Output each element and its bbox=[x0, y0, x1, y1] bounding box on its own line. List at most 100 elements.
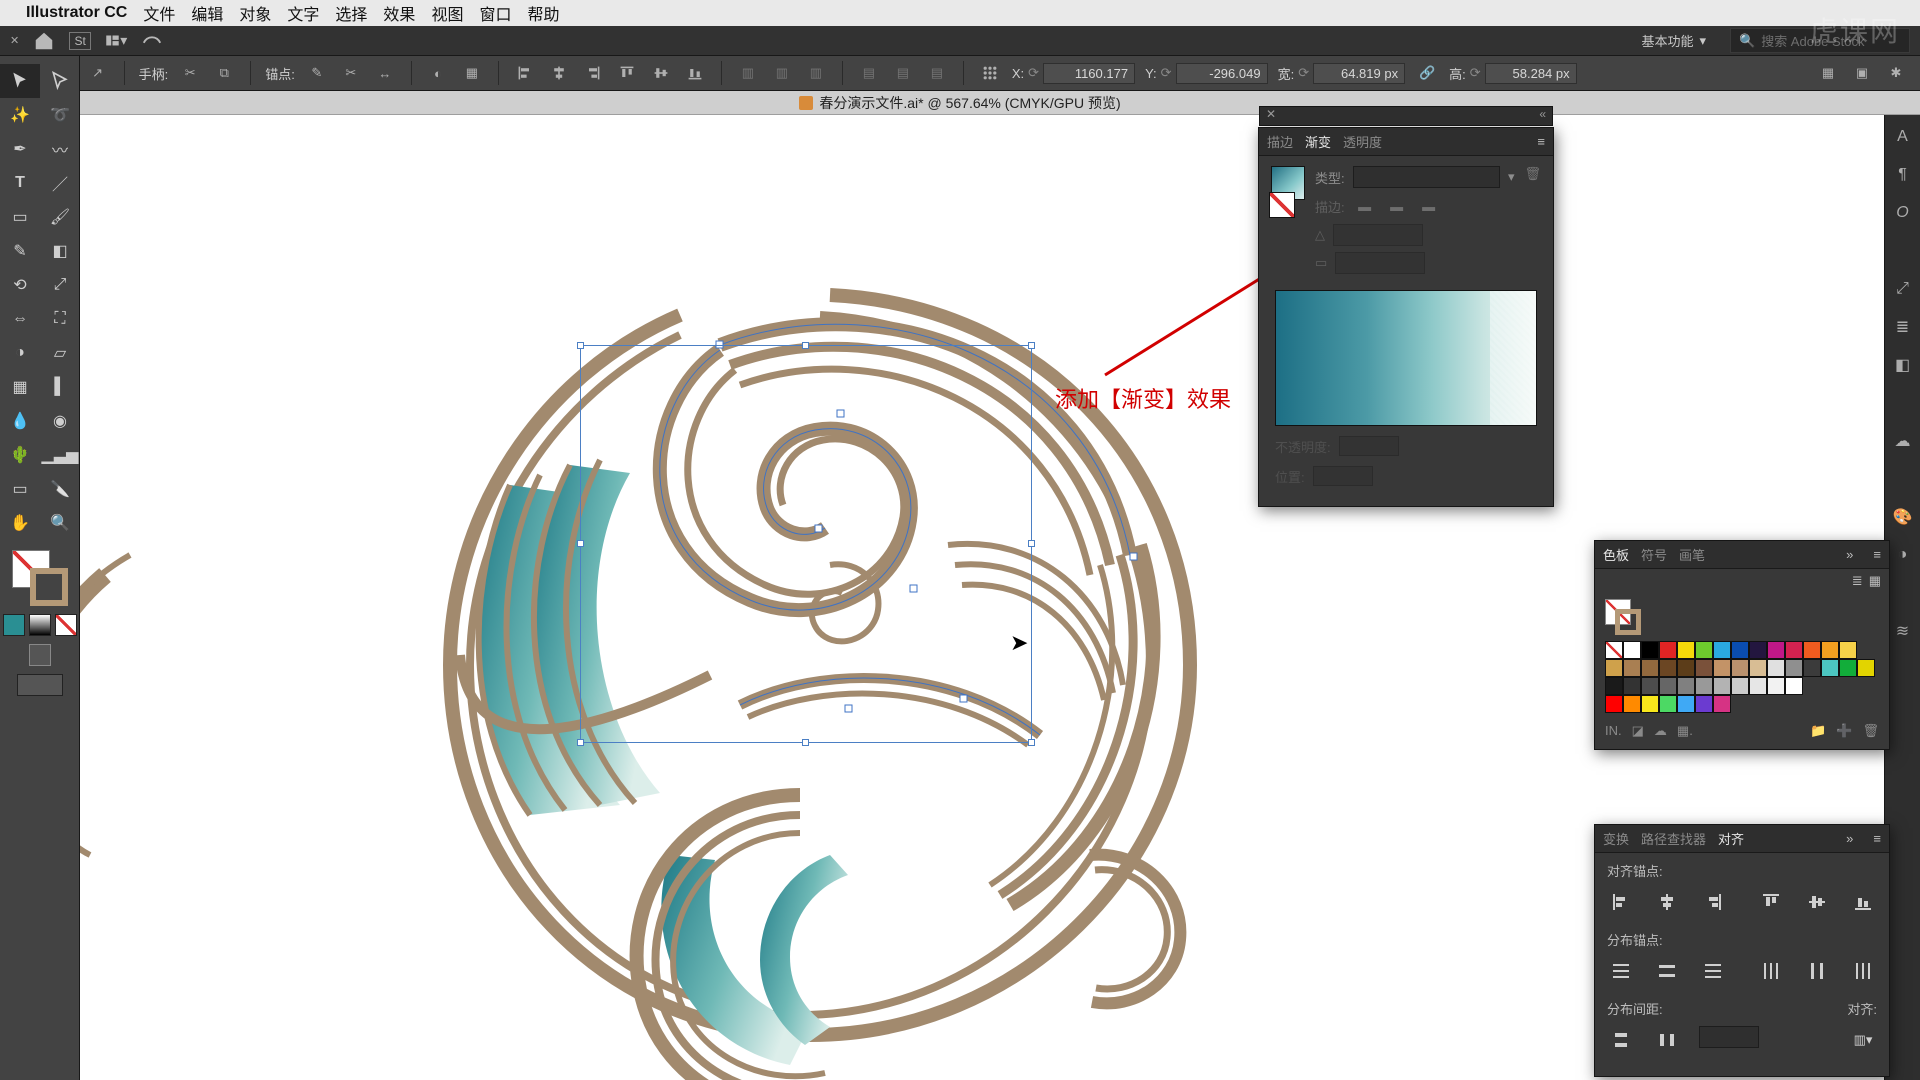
mini-color-swatch[interactable] bbox=[3, 614, 25, 636]
handle-break-icon[interactable]: ✂ bbox=[178, 61, 202, 85]
swatch[interactable] bbox=[1695, 659, 1713, 677]
swatch[interactable] bbox=[1623, 677, 1641, 695]
dist-left-icon[interactable]: ▥ bbox=[736, 61, 760, 85]
swatch[interactable] bbox=[1641, 677, 1659, 695]
mini-gradient-swatch[interactable] bbox=[29, 614, 51, 636]
menu-view[interactable]: 视图 bbox=[431, 1, 463, 25]
swatch[interactable] bbox=[1605, 677, 1623, 695]
color-panel-icon[interactable]: 🎨 bbox=[1891, 505, 1915, 529]
perspective-tool[interactable]: ▱ bbox=[40, 336, 80, 370]
fill-stroke-indicator[interactable] bbox=[12, 550, 68, 606]
dist-top-btn[interactable] bbox=[1607, 957, 1635, 985]
swatch[interactable] bbox=[1695, 695, 1713, 713]
screen-mode-icon[interactable] bbox=[17, 674, 63, 696]
swatch[interactable] bbox=[1785, 677, 1803, 695]
swatch[interactable] bbox=[1695, 641, 1713, 659]
stroke-panel-icon[interactable]: ≋ bbox=[1891, 619, 1915, 643]
arrange-icon[interactable]: ▾ bbox=[105, 30, 127, 52]
swatch[interactable] bbox=[1659, 641, 1677, 659]
libraries-panel-icon[interactable]: ☁ bbox=[1891, 429, 1915, 453]
swatch[interactable] bbox=[1623, 695, 1641, 713]
gradient-opacity-input[interactable] bbox=[1339, 436, 1399, 456]
dist-top-icon[interactable]: ▤ bbox=[857, 61, 881, 85]
home-icon[interactable] bbox=[33, 30, 55, 52]
gradient-position-input[interactable] bbox=[1313, 466, 1373, 486]
swatch[interactable] bbox=[1623, 659, 1641, 677]
swatch[interactable] bbox=[1641, 659, 1659, 677]
dist-vspace-btn[interactable] bbox=[1607, 1026, 1635, 1054]
lasso-tool[interactable]: ➰ bbox=[40, 98, 80, 132]
stroke-apply-across-icon[interactable]: ▬ bbox=[1417, 194, 1441, 218]
swatch[interactable] bbox=[1713, 659, 1731, 677]
swatch[interactable] bbox=[1803, 659, 1821, 677]
isolate-icon[interactable]: ◐ bbox=[426, 61, 450, 85]
search-box[interactable]: 🔍 搜索 Adobe Stock bbox=[1730, 28, 1910, 53]
dist-vcenter-btn[interactable] bbox=[1653, 957, 1681, 985]
align-vcenter-icon[interactable] bbox=[649, 61, 673, 85]
swatch[interactable] bbox=[1749, 641, 1767, 659]
swatch[interactable] bbox=[1641, 641, 1659, 659]
gradient-type-dropdown[interactable] bbox=[1353, 166, 1500, 188]
gradient-aspect-input[interactable] bbox=[1335, 252, 1425, 274]
menu-file[interactable]: 文件 bbox=[143, 1, 175, 25]
anchor-connect-icon[interactable]: ↔ bbox=[373, 61, 397, 85]
tab-pathfinder[interactable]: 路径查找器 bbox=[1641, 829, 1706, 848]
convert-smooth-icon[interactable]: ↗ bbox=[86, 61, 110, 85]
hand-tool[interactable]: ✋ bbox=[0, 506, 40, 540]
asset-panel-icon[interactable]: ◧ bbox=[1891, 353, 1915, 377]
draw-normal-icon[interactable] bbox=[29, 644, 51, 666]
x-value-input[interactable]: 1160.177 bbox=[1043, 63, 1135, 84]
layers-panel-icon[interactable]: ≣ bbox=[1891, 315, 1915, 339]
anchor-cut-icon[interactable]: ✂ bbox=[339, 61, 363, 85]
paragraph-panel-icon[interactable]: ¶ bbox=[1891, 163, 1915, 187]
dist-bottom-btn[interactable] bbox=[1699, 957, 1727, 985]
swatch[interactable] bbox=[1749, 677, 1767, 695]
rotate-tool[interactable]: ⟲ bbox=[0, 268, 40, 302]
gradient-ramp[interactable] bbox=[1275, 290, 1537, 426]
spacing-value-input[interactable] bbox=[1699, 1026, 1759, 1048]
type-tool[interactable]: T bbox=[0, 166, 40, 200]
swatch[interactable] bbox=[1731, 641, 1749, 659]
tab-symbols[interactable]: 符号 bbox=[1641, 545, 1667, 564]
swatch[interactable] bbox=[1605, 695, 1623, 713]
properties-panel-icon[interactable]: A bbox=[1891, 125, 1915, 149]
swatch[interactable] bbox=[1605, 641, 1623, 659]
tab-brushes[interactable]: 画笔 bbox=[1679, 545, 1705, 564]
selection-tool[interactable] bbox=[0, 64, 40, 98]
delete-gradient-icon[interactable]: 🗑 bbox=[1524, 166, 1541, 182]
gradient-angle-input[interactable] bbox=[1333, 224, 1423, 246]
link-wh-icon[interactable]: 🔗 bbox=[1415, 61, 1439, 85]
swatches-collapse-icon[interactable]: » bbox=[1846, 547, 1853, 562]
menu-type[interactable]: 文字 bbox=[287, 1, 319, 25]
direct-selection-tool[interactable] bbox=[40, 64, 80, 98]
swatch[interactable] bbox=[1713, 677, 1731, 695]
swatch[interactable] bbox=[1659, 677, 1677, 695]
stroke-swatch[interactable] bbox=[30, 568, 68, 606]
swatch[interactable] bbox=[1857, 659, 1875, 677]
mini-none-swatch[interactable] bbox=[55, 614, 77, 636]
tab-gradient[interactable]: 渐变 bbox=[1305, 132, 1331, 151]
swatch-group-icon[interactable]: ▦. bbox=[1677, 723, 1693, 739]
align-menu-icon[interactable]: ≡ bbox=[1873, 831, 1881, 846]
dist-right-btn[interactable] bbox=[1849, 957, 1877, 985]
shaper-tool[interactable]: ✎ bbox=[0, 234, 40, 268]
swatch-options-icon[interactable]: ☁ bbox=[1654, 723, 1667, 739]
pen-tool[interactable]: ✒ bbox=[0, 132, 40, 166]
align-top-btn[interactable] bbox=[1757, 888, 1785, 916]
width-tool[interactable]: ⇔ bbox=[0, 302, 40, 336]
stock-icon[interactable]: St bbox=[69, 32, 91, 50]
shape-builder-tool[interactable]: ◑ bbox=[0, 336, 40, 370]
align-right-icon[interactable] bbox=[581, 61, 605, 85]
tab-transparency[interactable]: 透明度 bbox=[1343, 132, 1382, 151]
scale-tool[interactable]: ⤢ bbox=[40, 268, 80, 302]
free-transform-tool[interactable]: ⛶ bbox=[40, 302, 80, 336]
align-bottom-icon[interactable] bbox=[683, 61, 707, 85]
tab-swatches[interactable]: 色板 bbox=[1603, 545, 1629, 564]
swatch[interactable] bbox=[1641, 695, 1659, 713]
more-options-icon[interactable]: ✱ bbox=[1884, 61, 1908, 85]
swatch[interactable] bbox=[1605, 659, 1623, 677]
swatch-list-view-icon[interactable]: ≣ bbox=[1852, 573, 1863, 589]
tab-transform[interactable]: 变换 bbox=[1603, 829, 1629, 848]
rectangle-tool[interactable]: ▭ bbox=[0, 200, 40, 234]
close-doc-icon[interactable]: ✕ bbox=[10, 34, 19, 47]
